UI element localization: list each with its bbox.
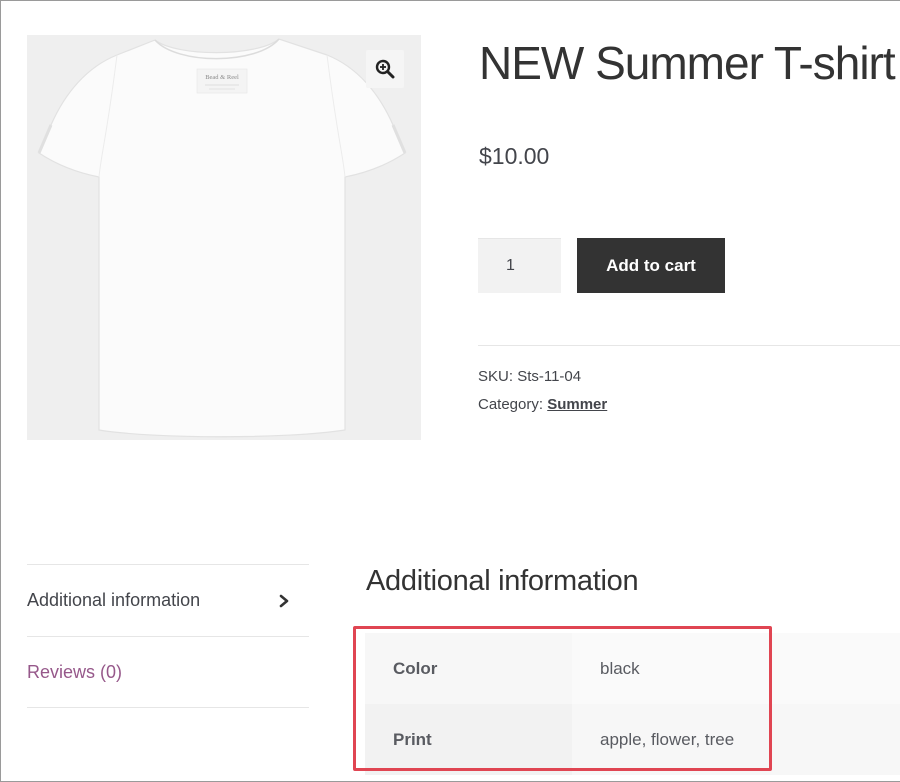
tab-label: Reviews (0) [27,661,123,682]
product-title: NEW Summer T-shirt [479,37,896,89]
divider [478,345,900,346]
table-row: Print apple, flower, tree [365,704,900,775]
tab-reviews[interactable]: Reviews (0) [27,636,309,708]
table-row: Color black [365,633,900,704]
tshirt-illustration: Bead & Reel [37,38,407,438]
attribute-value: black [572,633,900,704]
attributes-table: Color black Print apple, flower, tree [365,633,900,775]
attribute-name: Print [365,704,572,775]
zoom-button[interactable] [366,50,404,88]
add-to-cart-button[interactable]: Add to cart [577,238,725,293]
category-label: Category: [478,396,544,413]
category-meta: Category: Summer [478,396,607,413]
panel-heading: Additional information [366,565,639,597]
product-price: $10.00 [479,143,550,169]
product-tabs: Additional information Reviews (0) [27,564,309,708]
quantity-input[interactable] [478,238,561,293]
category-link[interactable]: Summer [547,396,607,413]
sku-meta: SKU: Sts-11-04 [478,368,581,385]
tab-label: Additional information [27,590,201,610]
product-image[interactable]: Bead & Reel [27,35,421,440]
zoom-in-icon [375,59,395,79]
chevron-right-icon [279,594,289,607]
attribute-name: Color [365,633,572,704]
sku-label: SKU: [478,368,514,385]
sku-value: Sts-11-04 [517,368,582,385]
brand-label: Bead & Reel [205,74,239,81]
attribute-value: apple, flower, tree [572,704,900,775]
tab-additional-information[interactable]: Additional information [27,564,309,636]
